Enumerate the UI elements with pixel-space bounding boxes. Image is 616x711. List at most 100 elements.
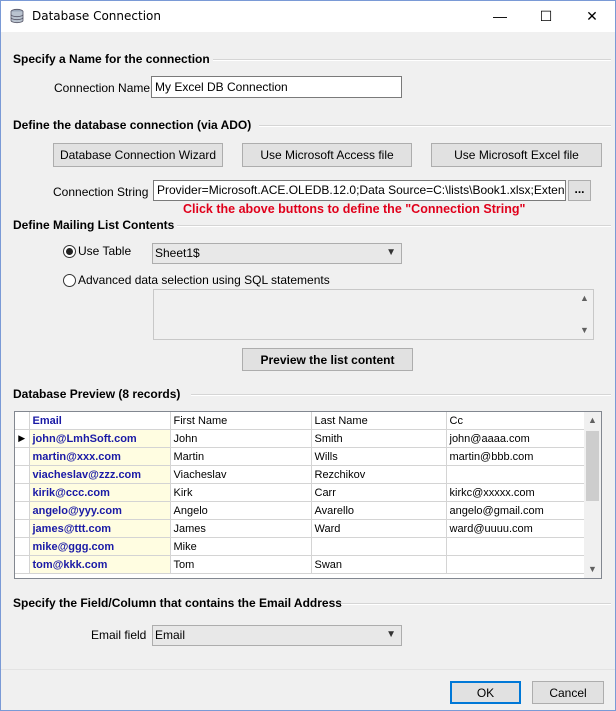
table-row[interactable]: james@ttt.com James Ward ward@uuuu.com xyxy=(15,519,587,538)
table-select-value: Sheet1$ xyxy=(155,246,200,260)
table-select[interactable]: Sheet1$ ▼ xyxy=(152,243,402,264)
browse-connection-string-button[interactable]: ... xyxy=(568,180,591,201)
scroll-up-icon[interactable]: ▲ xyxy=(576,290,593,307)
section-title-mailing-list: Define Mailing List Contents xyxy=(13,218,175,232)
cell-cc[interactable] xyxy=(446,555,587,574)
ok-button[interactable]: OK xyxy=(450,681,521,704)
sql-textarea-scrollbar[interactable]: ▲ ▼ xyxy=(576,290,593,339)
section-title-preview: Database Preview (8 records) xyxy=(13,387,181,401)
cell-last-name[interactable]: Rezchikov xyxy=(311,465,447,484)
cell-last-name[interactable]: Avarello xyxy=(311,501,447,520)
maximize-button[interactable]: ☐ xyxy=(523,1,569,32)
cell-first-name[interactable]: Mike xyxy=(170,537,312,556)
section-title-connection: Define the database connection (via ADO) xyxy=(13,118,252,132)
sql-statement-textarea[interactable]: ▲ ▼ xyxy=(153,289,594,340)
database-connection-dialog: Database Connection — ☐ ✕ Specify a Name… xyxy=(0,0,616,711)
cell-email[interactable]: mike@ggg.com xyxy=(29,537,171,556)
row-indicator-header xyxy=(15,412,30,430)
title-bar[interactable]: Database Connection — ☐ ✕ xyxy=(1,1,615,32)
connection-string-input[interactable]: Provider=Microsoft.ACE.OLEDB.12.0;Data S… xyxy=(153,180,566,201)
cell-cc[interactable] xyxy=(446,465,587,484)
cell-email[interactable]: martin@xxx.com xyxy=(29,447,171,466)
database-connection-wizard-button[interactable]: Database Connection Wizard xyxy=(53,143,223,167)
cell-last-name[interactable]: Smith xyxy=(311,429,447,448)
preview-list-content-button[interactable]: Preview the list content xyxy=(242,348,413,371)
cell-email[interactable]: angelo@yyy.com xyxy=(29,501,171,520)
advanced-sql-radio[interactable] xyxy=(63,274,76,287)
section-divider xyxy=(177,225,611,227)
scroll-down-icon[interactable]: ▼ xyxy=(576,322,593,339)
cell-cc[interactable] xyxy=(446,537,587,556)
scrollbar-thumb[interactable] xyxy=(586,431,599,501)
connection-name-input[interactable]: My Excel DB Connection xyxy=(151,76,402,98)
section-title-name: Specify a Name for the connection xyxy=(13,52,210,66)
column-header-last-name[interactable]: Last Name xyxy=(311,412,447,430)
grid-vertical-scrollbar[interactable]: ▲ ▼ xyxy=(584,412,601,578)
connection-string-hint: Click the above buttons to define the "C… xyxy=(183,202,526,216)
table-row[interactable]: viacheslav@zzz.com Viacheslav Rezchikov xyxy=(15,465,587,484)
chevron-down-icon: ▼ xyxy=(386,247,396,258)
connection-string-label: Connection String xyxy=(53,185,149,199)
row-indicator xyxy=(15,483,30,502)
use-access-file-button[interactable]: Use Microsoft Access file xyxy=(242,143,412,167)
email-field-label: Email field xyxy=(91,628,147,642)
cell-email[interactable]: john@LmhSoft.com xyxy=(29,429,171,448)
column-header-cc[interactable]: Cc xyxy=(446,412,587,430)
row-indicator xyxy=(15,447,30,466)
preview-table: Email First Name Last Name Cc ▶ john@Lmh… xyxy=(15,412,587,574)
window-title: Database Connection xyxy=(32,9,161,23)
cell-first-name[interactable]: Martin xyxy=(170,447,312,466)
cell-cc[interactable]: ward@uuuu.com xyxy=(446,519,587,538)
column-header-email[interactable]: Email xyxy=(29,412,171,430)
cell-first-name[interactable]: John xyxy=(170,429,312,448)
cell-last-name[interactable] xyxy=(311,537,447,556)
advanced-sql-label[interactable]: Advanced data selection using SQL statem… xyxy=(78,273,330,287)
cell-last-name[interactable]: Wills xyxy=(311,447,447,466)
column-header-first-name[interactable]: First Name xyxy=(170,412,312,430)
use-table-label[interactable]: Use Table xyxy=(78,244,131,258)
section-divider xyxy=(341,603,611,605)
cell-last-name[interactable]: Swan xyxy=(311,555,447,574)
table-row[interactable]: kirik@ccc.com Kirk Carr kirkc@xxxxx.com xyxy=(15,483,587,502)
cell-cc[interactable]: john@aaaa.com xyxy=(446,429,587,448)
scroll-up-icon[interactable]: ▲ xyxy=(584,412,601,429)
table-row[interactable]: ▶ john@LmhSoft.com John Smith john@aaaa.… xyxy=(15,429,587,448)
use-excel-file-button[interactable]: Use Microsoft Excel file xyxy=(431,143,602,167)
connection-name-label: Connection Name xyxy=(54,81,151,95)
minimize-button[interactable]: — xyxy=(477,1,523,32)
table-header-row: Email First Name Last Name Cc xyxy=(15,412,587,430)
section-divider xyxy=(191,394,611,396)
cell-email[interactable]: kirik@ccc.com xyxy=(29,483,171,502)
cell-first-name[interactable]: Tom xyxy=(170,555,312,574)
table-row[interactable]: martin@xxx.com Martin Wills martin@bbb.c… xyxy=(15,447,587,466)
row-indicator xyxy=(15,555,30,574)
table-row[interactable]: mike@ggg.com Mike xyxy=(15,537,587,556)
cell-email[interactable]: tom@kkk.com xyxy=(29,555,171,574)
cancel-button[interactable]: Cancel xyxy=(532,681,604,704)
scroll-down-icon[interactable]: ▼ xyxy=(584,561,601,578)
database-preview-grid[interactable]: Email First Name Last Name Cc ▶ john@Lmh… xyxy=(14,411,602,579)
cell-cc[interactable]: kirkc@xxxxx.com xyxy=(446,483,587,502)
section-divider xyxy=(259,125,611,127)
cell-email[interactable]: james@ttt.com xyxy=(29,519,171,538)
chevron-down-icon: ▼ xyxy=(386,629,396,640)
cell-last-name[interactable]: Ward xyxy=(311,519,447,538)
email-field-select[interactable]: Email ▼ xyxy=(152,625,402,646)
table-row[interactable]: tom@kkk.com Tom Swan xyxy=(15,555,587,574)
cell-first-name[interactable]: James xyxy=(170,519,312,538)
cell-first-name[interactable]: Kirk xyxy=(170,483,312,502)
use-table-radio[interactable] xyxy=(63,245,76,258)
row-indicator xyxy=(15,501,30,520)
row-indicator xyxy=(15,537,30,556)
table-row[interactable]: angelo@yyy.com Angelo Avarello angelo@gm… xyxy=(15,501,587,520)
cell-email[interactable]: viacheslav@zzz.com xyxy=(29,465,171,484)
row-indicator xyxy=(15,465,30,484)
cell-cc[interactable]: angelo@gmail.com xyxy=(446,501,587,520)
cell-first-name[interactable]: Angelo xyxy=(170,501,312,520)
cell-first-name[interactable]: Viacheslav xyxy=(170,465,312,484)
close-button[interactable]: ✕ xyxy=(569,1,615,32)
footer-divider xyxy=(1,669,615,670)
cell-cc[interactable]: martin@bbb.com xyxy=(446,447,587,466)
cell-last-name[interactable]: Carr xyxy=(311,483,447,502)
row-indicator xyxy=(15,519,30,538)
